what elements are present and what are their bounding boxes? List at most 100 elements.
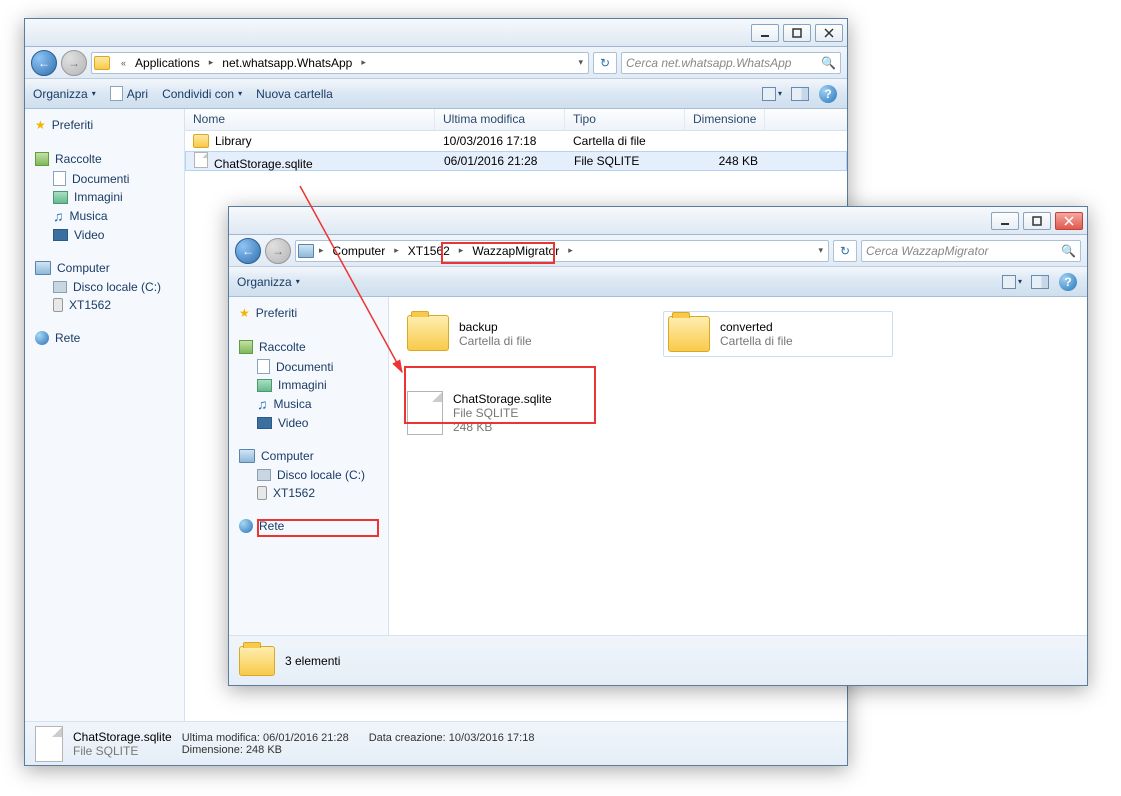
column-headers: Nome Ultima modifica Tipo Dimensione: [185, 109, 847, 131]
search-placeholder: Cerca WazzapMigrator: [866, 244, 988, 258]
sidebar-item-video[interactable]: Video: [229, 414, 388, 432]
file-row-selected[interactable]: ChatStorage.sqlite 06/01/2016 21:28 File…: [185, 151, 847, 171]
column-type[interactable]: Tipo: [565, 109, 685, 130]
search-input[interactable]: Cerca net.whatsapp.WhatsApp 🔍: [621, 52, 841, 74]
sidebar-computer-header[interactable]: Computer: [25, 258, 184, 278]
close-button[interactable]: [815, 24, 843, 42]
image-icon: [53, 191, 68, 204]
chevron-icon[interactable]: ▸: [456, 245, 467, 256]
phone-icon: [53, 298, 63, 312]
sidebar-computer-header[interactable]: Computer: [229, 446, 388, 466]
address-bar[interactable]: ▸ Computer ▸ XT1562 ▸ WazzapMigrator ▸ ▾: [295, 240, 829, 262]
preview-pane-button[interactable]: [789, 83, 811, 105]
forward-button[interactable]: →: [61, 50, 87, 76]
folder-tile[interactable]: convertedCartella di file: [663, 311, 893, 357]
help-button[interactable]: ?: [1057, 271, 1079, 293]
breadcrumb-segment[interactable]: Computer: [329, 241, 390, 261]
organize-menu[interactable]: Organizza ▾: [237, 275, 300, 289]
new-folder-button[interactable]: Nuova cartella: [256, 87, 333, 101]
video-icon: [257, 417, 272, 429]
title-bar: [229, 207, 1087, 235]
status-value: 06/01/2016 21:28: [263, 732, 349, 744]
file-icon: [407, 391, 443, 435]
sidebar-network-header[interactable]: Rete: [25, 328, 184, 348]
folder-icon: [407, 315, 449, 351]
sidebar-item-phone[interactable]: XT1562: [25, 296, 184, 314]
command-bar: Organizza ▾ Apri Condividi con ▾ Nuova c…: [25, 79, 847, 109]
folder-icon: [668, 316, 710, 352]
share-menu[interactable]: Condividi con ▾: [162, 87, 242, 101]
document-icon: [110, 86, 123, 101]
sidebar-libraries-header[interactable]: Raccolte: [25, 149, 184, 169]
libraries-icon: [239, 340, 253, 354]
libraries-icon: [35, 152, 49, 166]
chevron-icon[interactable]: «: [118, 58, 129, 68]
sidebar-network-header[interactable]: Rete: [229, 516, 388, 536]
minimize-button[interactable]: [991, 212, 1019, 230]
dropdown-icon[interactable]: ▾: [575, 57, 586, 68]
view-options-button[interactable]: ▾: [761, 83, 783, 105]
chevron-icon[interactable]: ▸: [565, 245, 576, 256]
column-size[interactable]: Dimensione: [685, 109, 765, 130]
close-button[interactable]: [1055, 212, 1083, 230]
sidebar-item-documents[interactable]: Documenti: [229, 357, 388, 376]
globe-icon: [35, 331, 49, 345]
sidebar-item-music[interactable]: ♫Musica: [229, 394, 388, 414]
sidebar-favorites-header[interactable]: ★Preferiti: [229, 303, 388, 323]
open-button[interactable]: Apri: [110, 86, 148, 101]
back-button[interactable]: ←: [235, 238, 261, 264]
computer-icon: [239, 449, 255, 463]
sidebar-libraries-header[interactable]: Raccolte: [229, 337, 388, 357]
chevron-icon[interactable]: ▸: [206, 57, 217, 68]
file-icon: [194, 152, 208, 168]
column-modified[interactable]: Ultima modifica: [435, 109, 565, 130]
refresh-button[interactable]: ↻: [833, 240, 857, 262]
chevron-icon[interactable]: ▸: [391, 245, 402, 256]
computer-icon: [35, 261, 51, 275]
address-bar[interactable]: « Applications ▸ net.whatsapp.WhatsApp ▸…: [91, 52, 589, 74]
status-filetype: File SQLITE: [73, 744, 172, 758]
disk-icon: [53, 281, 67, 293]
document-icon: [53, 171, 66, 186]
dropdown-icon[interactable]: ▾: [815, 245, 826, 256]
breadcrumb-segment[interactable]: WazzapMigrator: [468, 241, 563, 261]
file-tile[interactable]: ChatStorage.sqliteFile SQLITE248 KB: [403, 387, 633, 439]
breadcrumb-segment[interactable]: net.whatsapp.WhatsApp: [218, 53, 356, 73]
maximize-button[interactable]: [1023, 212, 1051, 230]
sidebar-item-phone[interactable]: XT1562: [229, 484, 388, 502]
sidebar-item-music[interactable]: ♫Musica: [25, 206, 184, 226]
chevron-icon[interactable]: ▸: [358, 57, 369, 68]
globe-icon: [239, 519, 253, 533]
sidebar-item-video[interactable]: Video: [25, 226, 184, 244]
status-filename: ChatStorage.sqlite: [73, 730, 172, 744]
forward-button[interactable]: →: [265, 238, 291, 264]
search-icon: 🔍: [821, 56, 836, 70]
folder-tile[interactable]: backupCartella di file: [403, 311, 633, 357]
sidebar-item-documents[interactable]: Documenti: [25, 169, 184, 188]
search-input[interactable]: Cerca WazzapMigrator 🔍: [861, 240, 1081, 262]
status-bar: ChatStorage.sqlite File SQLITE Ultima mo…: [25, 721, 847, 765]
sidebar-item-local-disk[interactable]: Disco locale (C:): [229, 466, 388, 484]
chevron-icon[interactable]: ▸: [316, 245, 327, 256]
minimize-button[interactable]: [751, 24, 779, 42]
folder-icon: [94, 56, 110, 70]
help-button[interactable]: ?: [817, 83, 839, 105]
sidebar-item-images[interactable]: Immagini: [25, 188, 184, 206]
document-icon: [257, 359, 270, 374]
preview-pane-button[interactable]: [1029, 271, 1051, 293]
refresh-button[interactable]: ↻: [593, 52, 617, 74]
view-options-button[interactable]: ▾: [1001, 271, 1023, 293]
breadcrumb-segment[interactable]: Applications: [131, 53, 204, 73]
nav-bar: ← → « Applications ▸ net.whatsapp.WhatsA…: [25, 47, 847, 79]
title-bar: [25, 19, 847, 47]
star-icon: ★: [35, 118, 46, 132]
sidebar-item-local-disk[interactable]: Disco locale (C:): [25, 278, 184, 296]
column-name[interactable]: Nome: [185, 109, 435, 130]
sidebar-item-images[interactable]: Immagini: [229, 376, 388, 394]
back-button[interactable]: ←: [31, 50, 57, 76]
image-icon: [257, 379, 272, 392]
organize-menu[interactable]: Organizza ▾: [33, 87, 96, 101]
breadcrumb-segment[interactable]: XT1562: [404, 241, 454, 261]
sidebar-favorites-header[interactable]: ★Preferiti: [25, 115, 184, 135]
maximize-button[interactable]: [783, 24, 811, 42]
